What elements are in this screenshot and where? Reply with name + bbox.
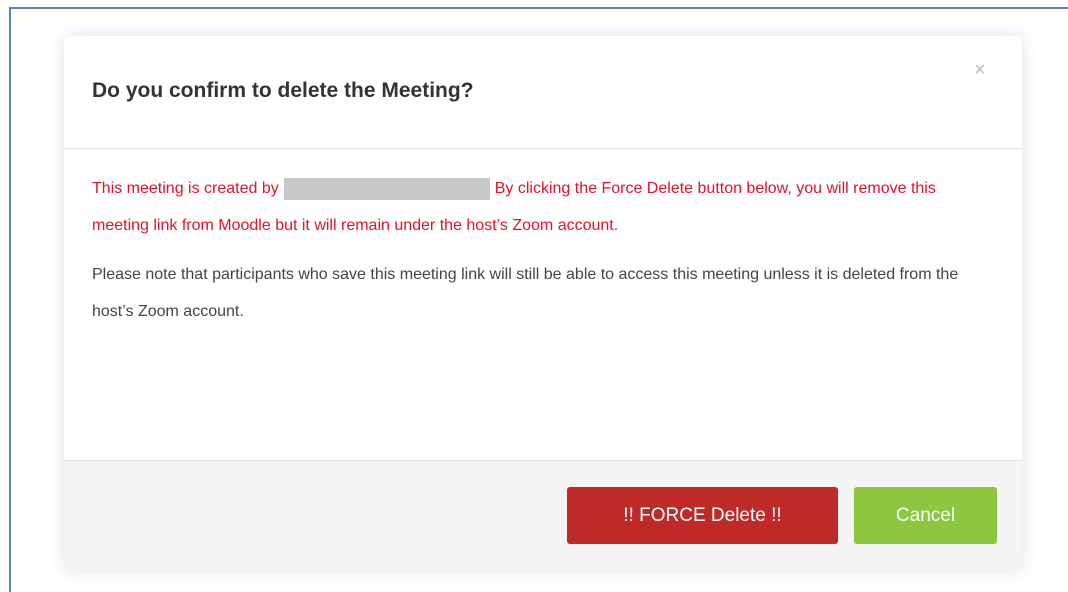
window-border-top xyxy=(10,7,1068,9)
modal-body: This meeting is created by By clicking th… xyxy=(92,170,992,330)
window-border-left xyxy=(9,7,11,592)
modal-title: Do you confirm to delete the Meeting? xyxy=(92,79,474,102)
modal-footer: !! FORCE Delete !! Cancel xyxy=(64,460,1022,570)
note-message: Please note that participants who save t… xyxy=(92,266,959,320)
confirm-delete-modal: Do you confirm to delete the Meeting? × … xyxy=(64,36,1022,570)
warning-text-before: This meeting is created by xyxy=(92,180,279,197)
close-icon[interactable]: × xyxy=(974,60,986,80)
modal-header: Do you confirm to delete the Meeting? × xyxy=(64,36,1022,149)
cancel-button[interactable]: Cancel xyxy=(854,487,997,544)
force-delete-button[interactable]: !! FORCE Delete !! xyxy=(567,487,838,544)
warning-message: This meeting is created by By clicking th… xyxy=(92,170,992,244)
redacted-host-name xyxy=(283,177,490,200)
